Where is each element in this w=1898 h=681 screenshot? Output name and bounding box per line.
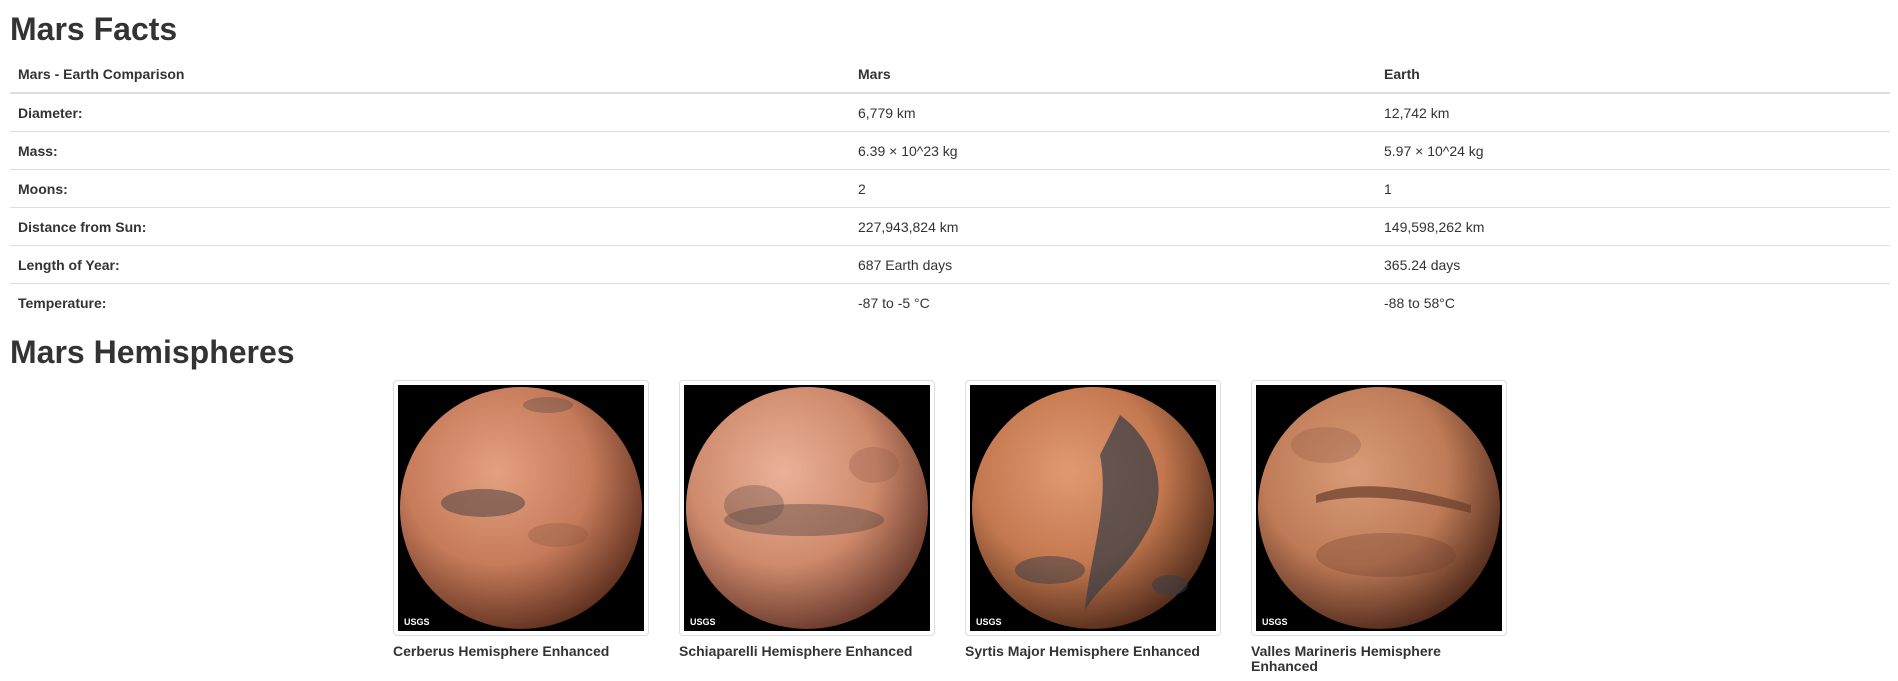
column-header-comparison: Mars - Earth Comparison — [10, 56, 850, 94]
usgs-watermark: USGS — [1262, 617, 1288, 627]
hemisphere-thumbnail[interactable]: USGS — [1251, 380, 1507, 636]
mars-value: -87 to -5 °C — [850, 283, 1376, 321]
earth-value: 5.97 × 10^24 kg — [1376, 131, 1890, 170]
hemisphere-card[interactable]: USGS Valles Marineris Hemisphere Enhance… — [1251, 380, 1507, 674]
earth-value: 149,598,262 km — [1376, 207, 1890, 246]
earth-value: 1 — [1376, 169, 1890, 208]
row-label: Diameter: — [10, 92, 850, 132]
mars-value: 687 Earth days — [850, 245, 1376, 284]
table-row: Diameter: 6,779 km 12,742 km — [10, 92, 1890, 132]
hemisphere-thumbnail[interactable]: USGS — [965, 380, 1221, 636]
row-label: Temperature: — [10, 283, 850, 321]
earth-value: 12,742 km — [1376, 92, 1890, 132]
mars-value: 2 — [850, 169, 1376, 208]
hemisphere-card[interactable]: USGS Cerberus Hemisphere Enhanced — [393, 380, 649, 659]
table-row: Temperature: -87 to -5 °C -88 to 58°C — [10, 283, 1890, 321]
earth-value: -88 to 58°C — [1376, 283, 1890, 321]
row-label: Distance from Sun: — [10, 207, 850, 246]
table-row: Moons: 2 1 — [10, 169, 1890, 208]
row-label: Mass: — [10, 131, 850, 170]
table-row: Distance from Sun: 227,943,824 km 149,59… — [10, 207, 1890, 246]
page: Mars Facts Mars - Earth Comparison Mars … — [0, 0, 1898, 681]
row-label: Moons: — [10, 169, 850, 208]
hemisphere-card[interactable]: USGS Syrtis Major Hemisphere Enhanced — [965, 380, 1221, 659]
table-row: Length of Year: 687 Earth days 365.24 da… — [10, 245, 1890, 284]
hemisphere-title[interactable]: Valles Marineris Hemisphere Enhanced — [1251, 644, 1491, 674]
hemisphere-thumbnail[interactable]: USGS — [393, 380, 649, 636]
hemisphere-title[interactable]: Syrtis Major Hemisphere Enhanced — [965, 644, 1205, 659]
table-header-row: Mars - Earth Comparison Mars Earth — [10, 56, 1890, 94]
usgs-watermark: USGS — [690, 617, 716, 627]
usgs-watermark: USGS — [404, 617, 430, 627]
mars-facts-title: Mars Facts — [10, 11, 178, 47]
column-header-earth: Earth — [1376, 56, 1890, 94]
mars-globe-image: USGS — [970, 385, 1216, 631]
hemisphere-title[interactable]: Cerberus Hemisphere Enhanced — [393, 644, 633, 659]
usgs-watermark: USGS — [976, 617, 1002, 627]
mars-value: 227,943,824 km — [850, 207, 1376, 246]
mars-earth-comparison-table: Mars - Earth Comparison Mars Earth Diame… — [10, 56, 1890, 321]
column-header-mars: Mars — [850, 56, 1376, 94]
table-row: Mass: 6.39 × 10^23 kg 5.97 × 10^24 kg — [10, 131, 1890, 170]
mars-globe-image: USGS — [684, 385, 930, 631]
row-label: Length of Year: — [10, 245, 850, 284]
hemisphere-card[interactable]: USGS Schiaparelli Hemisphere Enhanced — [679, 380, 935, 659]
earth-value: 365.24 days — [1376, 245, 1890, 284]
hemisphere-thumbnail[interactable]: USGS — [679, 380, 935, 636]
hemisphere-title[interactable]: Schiaparelli Hemisphere Enhanced — [679, 644, 919, 659]
mars-value: 6.39 × 10^23 kg — [850, 131, 1376, 170]
mars-globe-image: USGS — [398, 385, 644, 631]
mars-globe-image: USGS — [1256, 385, 1502, 631]
mars-value: 6,779 km — [850, 92, 1376, 132]
mars-hemispheres-title: Mars Hemispheres — [10, 334, 295, 370]
